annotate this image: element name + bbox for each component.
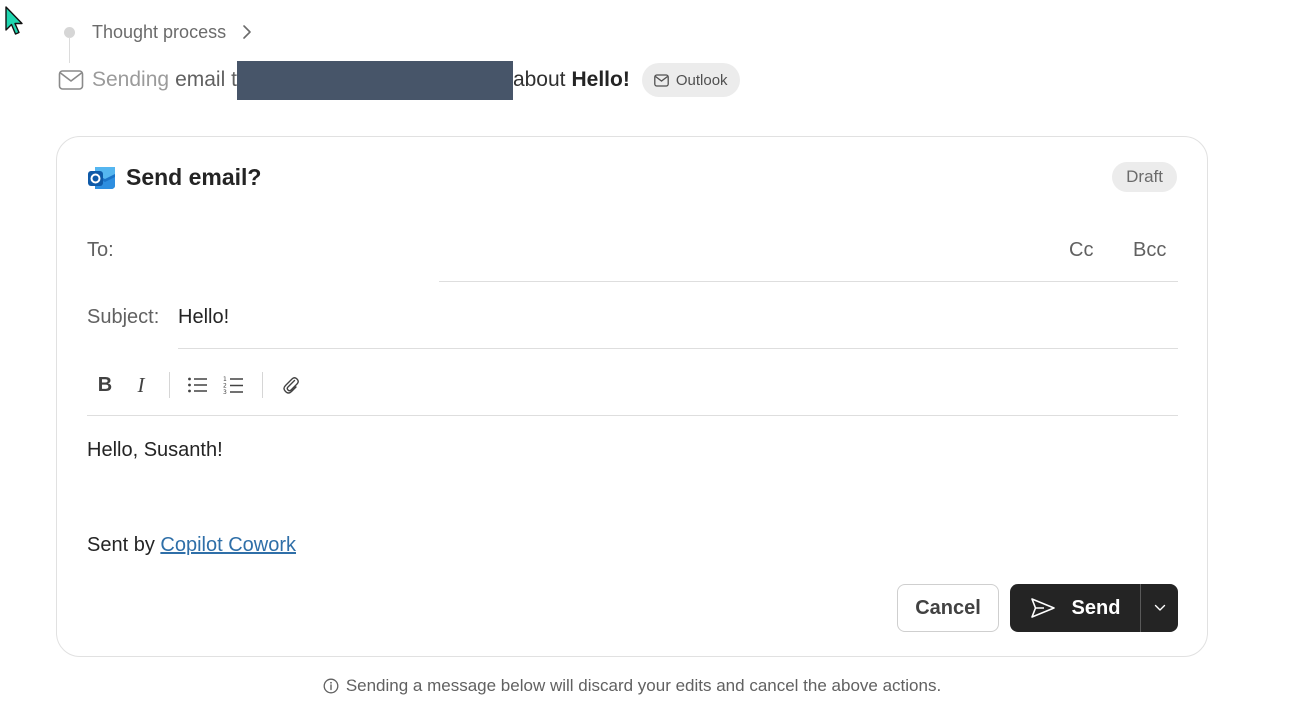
discard-notice: Sending a message below will discard you…: [0, 676, 1264, 696]
status-sending-text: Sending: [92, 68, 170, 91]
chevron-down-icon: [1154, 604, 1165, 611]
sent-by-text: Sent by: [87, 534, 161, 556]
numbered-list-icon: 1 2 3: [223, 376, 243, 395]
format-toolbar: B I 1 2 3: [87, 369, 309, 401]
numbered-list-button[interactable]: 1 2 3: [216, 369, 252, 401]
attach-button[interactable]: [273, 369, 309, 401]
attach-icon: [283, 377, 299, 394]
toolbar-divider: [169, 372, 170, 398]
outlook-logo-icon: [88, 167, 115, 189]
draft-badge: Draft: [1112, 162, 1177, 192]
italic-button[interactable]: I: [123, 369, 159, 401]
thought-process-label: Thought process: [92, 21, 227, 42]
to-label: To:: [87, 239, 114, 261]
mail-icon: [653, 73, 669, 87]
timeline-dot: [64, 26, 75, 38]
status-subject: Hello!: [571, 68, 630, 91]
subject-label: Subject:: [87, 306, 160, 328]
card-title: Send email?: [126, 163, 262, 190]
info-icon: [323, 678, 339, 694]
toolbar-underline: [87, 415, 1178, 416]
copilot-cowork-link[interactable]: Copilot Cowork: [160, 534, 296, 556]
outlook-pill-label: Outlook: [675, 71, 728, 89]
card-header: Send email?: [87, 163, 261, 191]
thought-process-toggle[interactable]: Thought process: [64, 20, 254, 44]
cancel-button[interactable]: Cancel: [897, 584, 999, 632]
subject-field-underline: [178, 348, 1178, 349]
status-line: Sending email t about Hello! Outlook: [58, 60, 740, 100]
send-email-card: Send email? Draft To: Cc Bcc Subject: He…: [56, 136, 1208, 657]
svg-text:3: 3: [223, 389, 227, 395]
cursor-icon: [5, 6, 23, 35]
send-options-dropdown[interactable]: [1141, 584, 1178, 632]
toolbar-divider: [262, 372, 263, 398]
to-field-underline[interactable]: [439, 281, 1178, 282]
send-button[interactable]: Send: [1010, 584, 1140, 632]
bullet-list-icon: [188, 377, 207, 393]
chevron-right-icon: [243, 25, 251, 39]
subject-field[interactable]: Hello!: [178, 306, 229, 329]
mail-icon: [58, 70, 84, 90]
email-body-signature[interactable]: Sent by Copilot Cowork: [87, 534, 296, 557]
send-icon: [1030, 598, 1055, 618]
email-body-greeting[interactable]: Hello, Susanth!: [87, 439, 223, 462]
discard-notice-text: Sending a message below will discard you…: [345, 676, 942, 695]
outlook-pill[interactable]: Outlook: [641, 63, 740, 97]
redacted-recipient: [236, 60, 513, 100]
bcc-button[interactable]: Bcc: [1133, 239, 1166, 262]
bullet-list-button[interactable]: [180, 369, 216, 401]
cc-button[interactable]: Cc: [1069, 239, 1093, 262]
status-email-text: email t: [175, 68, 237, 91]
bold-button[interactable]: B: [87, 369, 123, 401]
send-split-button: Send: [1010, 584, 1178, 632]
send-label: Send: [1071, 596, 1121, 619]
status-about-text: about: [512, 68, 566, 91]
